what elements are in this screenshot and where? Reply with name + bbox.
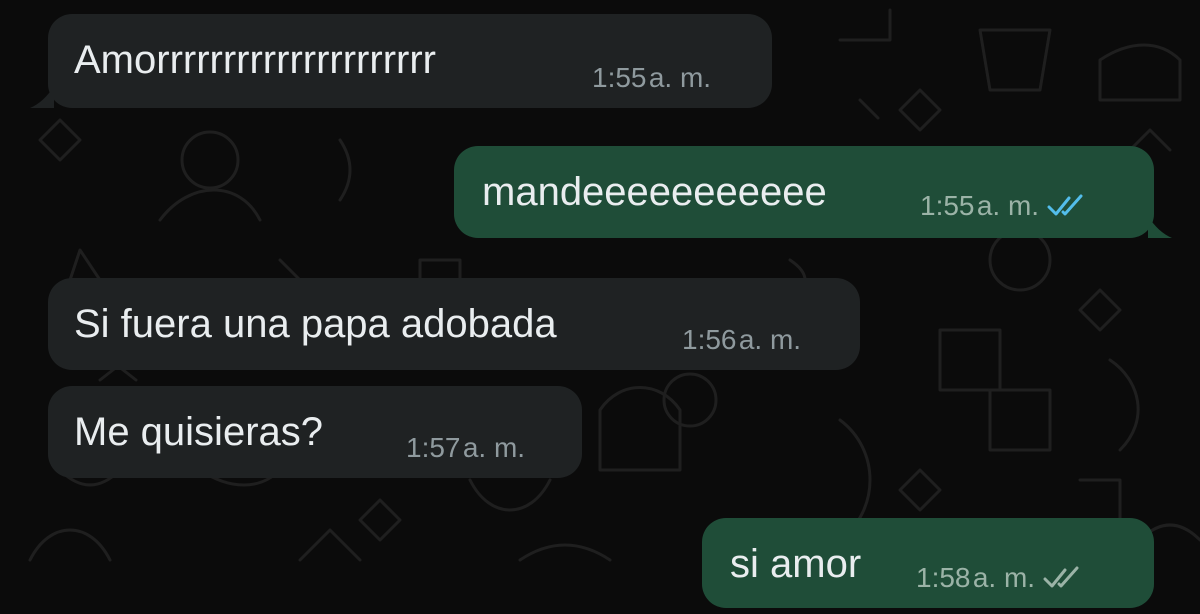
- message-time: 1:55 a. m.: [592, 62, 712, 93]
- message-bubble-incoming[interactable]: Me quisieras? 1:57 a. m.: [48, 386, 582, 478]
- message-text: Si fuera una papa adobada: [74, 302, 557, 346]
- message-time: 1:56 a. m.: [682, 324, 802, 355]
- message-timestamp: 1:56 a. m.: [682, 326, 801, 354]
- read-double-check-icon: [1047, 194, 1083, 216]
- chat-thread: Amorrrrrrrrrrrrrrrrrrrrr 1:55 a. m. mand…: [0, 0, 1200, 614]
- message-text: Me quisieras?: [74, 410, 324, 454]
- message-time: 1:57 a. m.: [406, 432, 526, 463]
- message-timestamp: 1:58 a. m.: [916, 564, 1083, 592]
- message-time: 1:58 a. m.: [916, 562, 1036, 593]
- message-timestamp: 1:55 a. m.: [592, 64, 711, 92]
- message-bubble-incoming[interactable]: Si fuera una papa adobada 1:56 a. m.: [48, 278, 860, 370]
- message-time: 1:55 a. m.: [920, 190, 1040, 221]
- message-bubble-outgoing[interactable]: si amor 1:58 a. m.: [702, 518, 1154, 608]
- message-text: mandeeeeeeeeeee: [482, 170, 827, 214]
- message-bubble-incoming[interactable]: Amorrrrrrrrrrrrrrrrrrrrr 1:55 a. m.: [48, 14, 772, 108]
- bubble-tail-incoming: [30, 86, 54, 108]
- message-timestamp: 1:55 a. m.: [920, 192, 1087, 220]
- message-bubble-outgoing[interactable]: mandeeeeeeeeeee 1:55 a. m.: [454, 146, 1154, 238]
- message-text: si amor: [730, 542, 862, 586]
- delivered-double-check-icon: [1043, 566, 1079, 588]
- bubble-tail-outgoing: [1148, 216, 1172, 238]
- message-timestamp: 1:57 a. m.: [406, 434, 525, 462]
- message-text: Amorrrrrrrrrrrrrrrrrrrrr: [74, 38, 436, 82]
